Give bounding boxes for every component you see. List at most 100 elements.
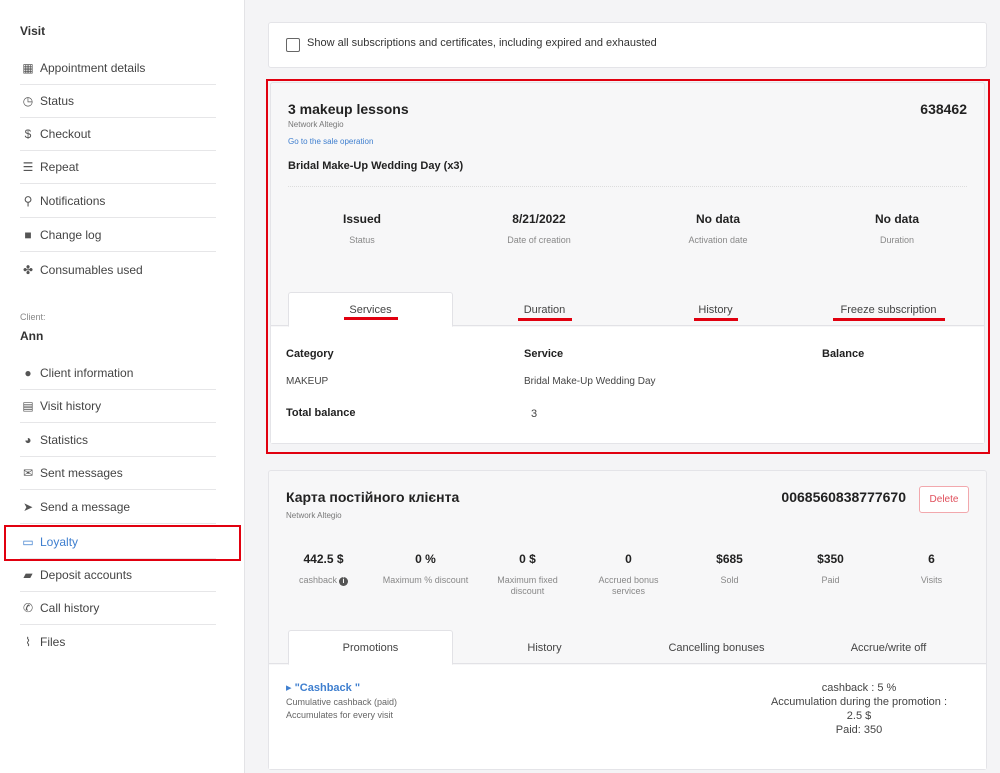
stat-label-text: cashback xyxy=(298,575,338,585)
stat-value: 0 $ xyxy=(519,552,536,566)
stat-value: $350 xyxy=(817,552,844,566)
promotion-accumulation-value: 2.5 $ xyxy=(846,710,872,722)
visit-history-icon: ▤ xyxy=(22,399,34,413)
sidebar-item-label: Visit history xyxy=(40,399,102,413)
promotion-paid: Paid: 350 xyxy=(835,724,883,736)
filter-panel: Show all subscriptions and certificates,… xyxy=(268,22,987,68)
notification-icon: ⚲ xyxy=(23,194,33,208)
promotion-rate: cashback : 5 % xyxy=(821,682,897,694)
sidebar-item-notifications[interactable]: ⚲ Notifications xyxy=(20,185,216,218)
sidebar-item-label: Send a message xyxy=(40,500,131,514)
stat-max-fixed-discount: 0 $ Maximum fixed discount xyxy=(475,552,580,597)
sidebar-item-status[interactable]: ◷ Status xyxy=(20,85,216,118)
sidebar-item-sent-messages[interactable]: ✉ Sent messages xyxy=(20,457,216,490)
tab-promotions[interactable]: Promotions xyxy=(288,630,453,665)
promotion-type: Cumulative cashback (paid) xyxy=(286,697,398,707)
sidebar-item-label: Sent messages xyxy=(40,466,123,480)
tab-cancelling-bonuses[interactable]: Cancelling bonuses xyxy=(639,630,794,665)
sidebar-item-label: Status xyxy=(40,94,75,108)
sidebar-item-statistics[interactable]: ◕ Statistics xyxy=(20,424,216,457)
stat-label: cashback i xyxy=(271,575,376,586)
page: Visit ▦ Appointment details ◷ Status $ C… xyxy=(0,0,1000,773)
tab-label: Promotions xyxy=(342,641,399,654)
sidebar-item-visit-history[interactable]: ▤ Visit history xyxy=(20,390,216,423)
show-expired-checkbox[interactable] xyxy=(286,38,300,52)
stat-label: Sold xyxy=(720,575,739,585)
sidebar-item-label: Notifications xyxy=(40,194,106,208)
sidebar-item-appointment-details[interactable]: ▦ Appointment details xyxy=(20,52,216,85)
sidebar-item-send-a-message[interactable]: ➤ Send a message xyxy=(20,491,216,524)
loyalty-card-panel: Карта постійного клієнта 006856083877767… xyxy=(268,470,987,770)
loyalty-card-title: Карта постійного клієнта xyxy=(286,489,460,505)
stat-paid: $350 Paid xyxy=(778,552,883,586)
sidebar: Visit ▦ Appointment details ◷ Status $ C… xyxy=(0,0,245,773)
stat-cashback: 442.5 $ cashback i xyxy=(271,552,376,586)
pie-chart-icon: ◕ xyxy=(24,433,32,447)
show-expired-label[interactable]: Show all subscriptions and certificates,… xyxy=(307,37,657,49)
sidebar-item-files[interactable]: ⌇ Files xyxy=(20,625,216,658)
promotion-accumulation-label: Accumulation during the promotion : xyxy=(770,696,948,708)
sidebar-item-call-history[interactable]: ✆ Call history xyxy=(20,592,216,625)
tab-accrue-write-off[interactable]: Accrue/write off xyxy=(811,630,966,665)
sidebar-item-label: Deposit accounts xyxy=(40,568,133,582)
sidebar-item-label: Call history xyxy=(40,601,100,615)
sidebar-item-label: Checkout xyxy=(40,127,91,141)
stat-label: Accrued bonus services xyxy=(598,575,659,596)
client-name: Ann xyxy=(20,329,44,343)
tab-label: Cancelling bonuses xyxy=(668,641,765,654)
visit-heading: Visit xyxy=(20,24,46,38)
stat-value: $685 xyxy=(716,552,743,566)
stat-max-percent-discount: 0 % Maximum % discount xyxy=(373,552,478,586)
sidebar-item-label: Change log xyxy=(40,228,102,242)
sidebar-item-consumables-used[interactable]: ✤ Consumables used xyxy=(20,253,216,286)
stat-value: 6 xyxy=(928,552,935,566)
loyalty-tabs: Promotions History Cancelling bonuses Ac… xyxy=(269,630,986,665)
sidebar-item-change-log[interactable]: ■ Change log xyxy=(20,219,216,252)
stat-accrued-bonus-services: 0 Accrued bonus services xyxy=(576,552,681,597)
dollar-icon: $ xyxy=(24,127,32,141)
stat-label: Paid xyxy=(821,575,840,585)
loyalty-card-number: 0068560838777670 xyxy=(781,489,906,505)
clock-icon: ◷ xyxy=(22,94,34,108)
stat-value: 0 % xyxy=(415,552,436,566)
sidebar-item-label: Repeat xyxy=(40,160,79,174)
paperclip-icon: ⌇ xyxy=(25,634,31,649)
promotion-cashback-link[interactable]: ▸ "Cashback " xyxy=(286,681,360,694)
delete-button[interactable]: Delete xyxy=(919,486,969,513)
sidebar-item-client-information[interactable]: ● Client information xyxy=(20,357,216,390)
consumables-icon: ✤ xyxy=(22,262,34,277)
sidebar-item-label: Client information xyxy=(40,366,134,380)
user-icon: ● xyxy=(24,366,32,380)
envelope-icon: ✉ xyxy=(22,466,34,480)
promotion-details: cashback : 5 % Accumulation during the p… xyxy=(749,681,969,737)
loyalty-highlight xyxy=(4,525,241,561)
stat-value: 0 xyxy=(625,552,632,566)
file-icon: ■ xyxy=(24,228,32,242)
phone-icon: ✆ xyxy=(22,601,34,615)
stat-visits: 6 Visits xyxy=(879,552,984,586)
stat-label: Maximum % discount xyxy=(382,575,469,585)
send-icon: ➤ xyxy=(22,500,34,514)
tab-label: Accrue/write off xyxy=(850,641,927,654)
info-icon[interactable]: i xyxy=(339,577,349,586)
subscription-highlight xyxy=(266,79,990,454)
stat-sold: $685 Sold xyxy=(677,552,782,586)
sidebar-item-label: Appointment details xyxy=(40,61,146,75)
sidebar-item-deposit-accounts[interactable]: ▰ Deposit accounts xyxy=(20,559,216,592)
list-icon: ☰ xyxy=(22,160,34,174)
tab-history[interactable]: History xyxy=(467,630,622,665)
calendar-icon: ▦ xyxy=(22,61,34,75)
promotion-description: Accumulates for every visit xyxy=(286,710,394,720)
loyalty-card-network: Network Altegio xyxy=(286,511,342,520)
stat-label: Visits xyxy=(920,575,943,585)
stat-value: 442.5 $ xyxy=(303,552,344,566)
sidebar-item-label: Statistics xyxy=(40,433,89,447)
sidebar-item-repeat[interactable]: ☰ Repeat xyxy=(20,151,216,184)
stat-label: Maximum fixed discount xyxy=(497,575,558,596)
sidebar-item-checkout[interactable]: $ Checkout xyxy=(20,118,216,151)
tab-label: History xyxy=(527,641,562,654)
sidebar-item-label: Files xyxy=(40,634,66,649)
briefcase-icon: ▰ xyxy=(23,568,33,582)
sidebar-item-label: Consumables used xyxy=(40,262,143,277)
client-caption: Client: xyxy=(20,312,46,322)
